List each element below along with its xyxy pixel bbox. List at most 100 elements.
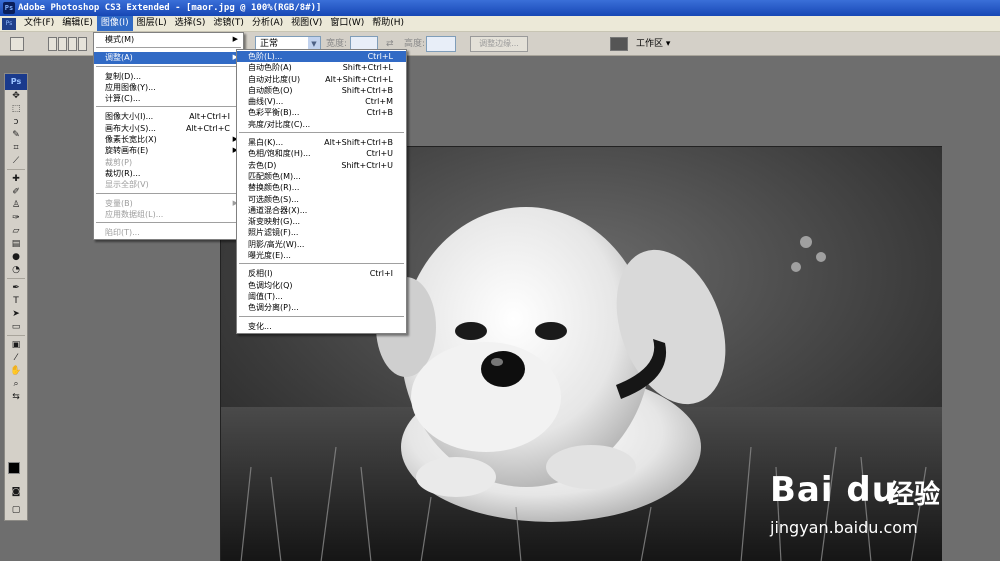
toolbox: Ps ✥ ⬚ ↄ ✎ ⌗ ⟋ ✚ ✐ ♙ ✑ ▱ ▤ ● ◔ ✒ T ➤ ▭ ▣…	[4, 73, 28, 521]
menu-9[interactable]: 帮助(H)	[368, 16, 408, 31]
dodge-tool-icon[interactable]: ◔	[5, 264, 27, 277]
adjust-menu-item[interactable]: 去色(D) Shift+Ctrl+U	[237, 160, 406, 171]
menu-0[interactable]: 文件(F)	[20, 16, 58, 31]
healing-brush-icon[interactable]: ✚	[5, 173, 27, 186]
watermark-url: jingyan.baidu.com	[770, 518, 918, 537]
image-menu-item[interactable]: 像素长宽比(X)▶	[94, 134, 243, 145]
marquee-tool-preset-icon[interactable]	[10, 37, 24, 51]
crop-tool-icon[interactable]: ⌗	[5, 142, 27, 155]
adjust-menu-item[interactable]: 色调均化(Q)	[237, 280, 406, 291]
menu-bar: Ps 文件(F) 编辑(E) 图像(I) 图层(L) 选择(S) 滤镜(T) 分析(A) 视图…	[0, 16, 1000, 32]
eraser-tool-icon[interactable]: ▱	[5, 225, 27, 238]
image-menu-item-label: 陷印(T)...	[105, 228, 140, 238]
adjust-menu-item-label: 匹配颜色(M)...	[248, 171, 301, 181]
image-menu-item[interactable]: 调整(A)▶	[94, 52, 243, 64]
menu-3[interactable]: 图层(L)	[133, 16, 171, 31]
adjust-menu-item[interactable]: 阈值(T)...	[237, 291, 406, 302]
default-colors-icon[interactable]: ⇆	[5, 391, 27, 405]
height-label: 高度:	[404, 39, 426, 49]
refine-edge-button[interactable]: 调整边缘...	[470, 36, 528, 52]
move-tool-icon[interactable]: ✥	[5, 90, 27, 103]
adjust-menu-item[interactable]: 色彩平衡(B)... Ctrl+B	[237, 107, 406, 118]
quick-mask-icon[interactable]: ◙	[5, 486, 27, 499]
foreground-color-swatch[interactable]	[8, 462, 20, 474]
adjust-menu-item[interactable]: 曝光度(E)...	[237, 250, 406, 261]
adjust-menu-item[interactable]: 色调分离(P)...	[237, 302, 406, 313]
image-menu-item[interactable]: 应用图像(Y)...	[94, 82, 243, 93]
zoom-tool-icon[interactable]: ⌕	[5, 378, 27, 391]
brush-tool-icon[interactable]: ✐	[5, 186, 27, 199]
image-menu-item-label: 裁切(R)...	[105, 168, 141, 178]
add-selection-icon[interactable]	[58, 37, 67, 51]
image-menu-item[interactable]: 画布大小(S)... Alt+Ctrl+C	[94, 123, 243, 134]
adjust-menu-item-label: 色彩平衡(B)...	[248, 108, 300, 118]
adjust-menu-item[interactable]: 变化...	[237, 321, 406, 332]
adjust-menu-item[interactable]: 通道混合器(X)...	[237, 205, 406, 216]
image-menu-item[interactable]: 复制(D)...	[94, 71, 243, 82]
menu-8[interactable]: 窗口(W)	[326, 16, 368, 31]
type-tool-icon[interactable]: T	[5, 295, 27, 308]
ps-menu-icon[interactable]: Ps	[2, 17, 16, 30]
workspace-button[interactable]: 工作区 ▾	[636, 36, 682, 52]
menu-1[interactable]: 编辑(E)	[58, 16, 97, 31]
adjust-menu-item[interactable]: 反相(I) Ctrl+I	[237, 268, 406, 279]
slice-tool-icon[interactable]: ⟋	[5, 155, 27, 168]
quick-select-tool-icon[interactable]: ✎	[5, 129, 27, 142]
hand-tool-icon[interactable]: ✋	[5, 365, 27, 378]
adjust-menu-item[interactable]: 色阶(L)... Ctrl+L	[237, 51, 406, 63]
menu-2[interactable]: 图像(I)	[96, 16, 133, 31]
intersect-selection-icon[interactable]	[78, 37, 87, 51]
path-select-icon[interactable]: ➤	[5, 308, 27, 321]
clone-stamp-icon[interactable]: ♙	[5, 199, 27, 212]
adjust-menu-item[interactable]: 色相/饱和度(H)... Ctrl+U	[237, 148, 406, 159]
adjust-menu-item-label: 自动色阶(A)	[248, 63, 292, 73]
image-menu-item-label: 应用数据组(L)...	[105, 209, 164, 219]
screen-mode-icon[interactable]: ▢	[5, 504, 27, 517]
adjust-menu-item[interactable]: 渐变映射(G)...	[237, 216, 406, 227]
adjust-menu-item[interactable]: 自动对比度(U) Alt+Shift+Ctrl+L	[237, 74, 406, 85]
adjust-menu-item[interactable]: 匹配颜色(M)...	[237, 171, 406, 182]
image-menu-item[interactable]: 裁切(R)...	[94, 168, 243, 179]
adjust-menu-item[interactable]: 可选颜色(S)...	[237, 194, 406, 205]
blur-tool-icon[interactable]: ●	[5, 251, 27, 264]
adjust-menu-item-label: 去色(D)	[248, 160, 277, 170]
menu-4[interactable]: 选择(S)	[171, 16, 210, 31]
adjust-menu-item[interactable]: 自动颜色(O) Shift+Ctrl+B	[237, 85, 406, 96]
adjust-menu-item[interactable]: 阴影/高光(W)...	[237, 239, 406, 250]
image-menu-item-label: 裁剪(P)	[105, 157, 133, 167]
image-menu-item[interactable]: 计算(C)...	[94, 93, 243, 104]
adjust-menu-item-label: 渐变映射(G)...	[248, 217, 301, 227]
title-bar: Ps Adobe Photoshop CS3 Extended - [maor.…	[0, 0, 1000, 16]
image-menu-item[interactable]: 图像大小(I)... Alt+Ctrl+I	[94, 111, 243, 122]
lasso-tool-icon[interactable]: ↄ	[5, 116, 27, 129]
adjust-menu-item-label: 阈值(T)...	[248, 291, 283, 301]
menu-5[interactable]: 滤镜(T)	[209, 16, 248, 31]
image-menu-item[interactable]: 旋转画布(E)▶	[94, 145, 243, 156]
image-menu-item[interactable]: 模式(M) ▶	[94, 34, 243, 45]
bridge-icon[interactable]	[610, 37, 628, 51]
subtract-selection-icon[interactable]	[68, 37, 77, 51]
adjust-menu-item-shortcut: Ctrl+I	[369, 269, 393, 279]
new-selection-icon[interactable]	[48, 37, 57, 51]
history-brush-icon[interactable]: ✑	[5, 212, 27, 225]
menu-6[interactable]: 分析(A)	[248, 16, 287, 31]
marquee-tool-icon[interactable]: ⬚	[5, 103, 27, 116]
notes-tool-icon[interactable]: ▣	[5, 339, 27, 352]
shape-tool-icon[interactable]: ▭	[5, 321, 27, 334]
image-menu: 模式(M) ▶ 调整(A)▶ 复制(D)...应用图像(Y)... 计算(C)... 图像…	[93, 32, 244, 241]
adjust-menu-item[interactable]: 曲线(V)... Ctrl+M	[237, 96, 406, 107]
image-menu-item-label: 像素长宽比(X)	[105, 135, 157, 145]
eyedropper-tool-icon[interactable]: ⁄	[5, 352, 27, 365]
adjust-menu-item[interactable]: 黑白(K)... Alt+Shift+Ctrl+B	[237, 137, 406, 148]
adjust-menu-item[interactable]: 照片滤镜(F)...	[237, 227, 406, 238]
image-menu-item-shortcut: Alt+Ctrl+C	[185, 123, 230, 133]
gradient-tool-icon[interactable]: ▤	[5, 238, 27, 251]
adjust-menu-item[interactable]: 自动色阶(A) Shift+Ctrl+L	[237, 62, 406, 73]
adjust-menu-item-label: 曲线(V)...	[248, 97, 284, 107]
pen-tool-icon[interactable]: ✒	[5, 282, 27, 295]
menu-7[interactable]: 视图(V)	[287, 16, 326, 31]
adjust-menu-item[interactable]: 替换颜色(R)...	[237, 182, 406, 193]
height-field[interactable]	[426, 36, 456, 52]
adjust-menu-item[interactable]: 亮度/对比度(C)...	[237, 119, 406, 130]
adjust-menu-item-label: 自动颜色(O)	[248, 85, 293, 95]
